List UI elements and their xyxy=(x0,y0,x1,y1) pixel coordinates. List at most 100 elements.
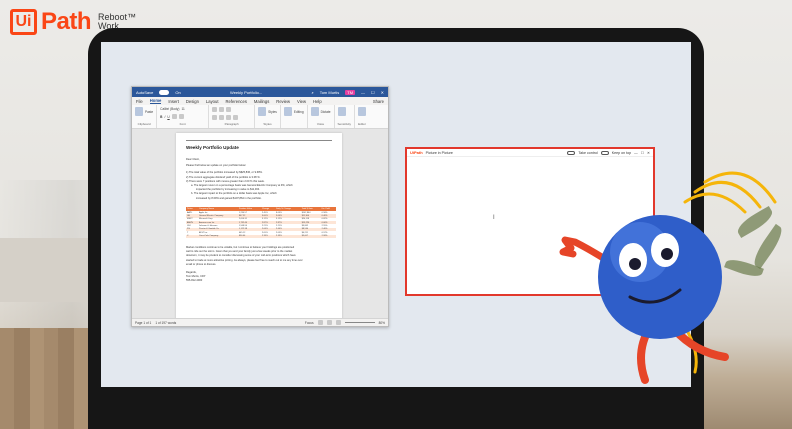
styles-icon[interactable] xyxy=(258,107,267,116)
page-count: Page 1 of 1 xyxy=(135,320,152,325)
maximize-icon[interactable]: ☐ xyxy=(641,151,644,155)
close-icon[interactable]: ✕ xyxy=(647,151,650,155)
sensitivity-icon[interactable] xyxy=(337,107,346,116)
editing-icon[interactable] xyxy=(283,107,292,116)
doc-line: increased by 8.09% and gained $107,864 i… xyxy=(196,196,262,200)
logo-word: Path xyxy=(41,8,92,35)
ribbon-group-clipboard: Paste Clipboard xyxy=(132,105,158,128)
portfolio-table: Ticker Company Name Position Value Change Da… xyxy=(186,206,336,238)
table-cell: 896.44 xyxy=(237,234,261,238)
ribbon: Paste Clipboard Calibri (Body) 11 BIU Fon… xyxy=(132,105,388,129)
group-label-styles: Styles xyxy=(263,122,272,126)
tab-review[interactable]: Review xyxy=(276,99,290,104)
bullets-icon[interactable] xyxy=(212,107,218,112)
document-canvas[interactable]: Weekly Portfolio Update Dear Client, Ple… xyxy=(132,129,388,319)
print-layout-icon[interactable] xyxy=(326,320,332,325)
word-titlebar: AutoSave On Weekly Portfolio... ⌕ Tom Mu… xyxy=(132,87,388,97)
table-cell: Coca-Cola Company xyxy=(197,234,238,238)
share-button[interactable]: Share xyxy=(373,99,384,104)
group-label-sensitivity: Sensitivity xyxy=(337,122,352,126)
maximize-icon[interactable]: ☐ xyxy=(371,90,375,95)
focus-button[interactable]: Focus xyxy=(305,321,314,325)
highlight-icon[interactable] xyxy=(171,114,177,119)
pip-title: Picture in Picture xyxy=(425,150,453,155)
editing-button[interactable]: Editing xyxy=(294,110,304,114)
align-right-icon[interactable] xyxy=(226,114,232,120)
close-icon[interactable]: ✕ xyxy=(381,90,384,95)
picture-in-picture-window[interactable]: UiPath Picture in Picture Take control K… xyxy=(405,147,655,296)
paste-icon[interactable] xyxy=(135,107,143,116)
ribbon-tabs: File Home Insert Design Layout Reference… xyxy=(132,97,388,105)
ribbon-group-styles: Styles Styles xyxy=(255,105,281,128)
group-label-editor: Editor xyxy=(358,122,366,126)
ribbon-group-editor: Editor xyxy=(355,105,369,128)
group-label-voice: Voice xyxy=(316,122,325,126)
microphone-icon[interactable] xyxy=(310,107,319,116)
pilcrow-icon[interactable] xyxy=(233,114,239,120)
web-layout-icon[interactable] xyxy=(335,320,341,325)
zoom-level[interactable]: 80% xyxy=(379,321,385,325)
laptop-screen: AutoSave On Weekly Portfolio... ⌕ Tom Mu… xyxy=(101,42,691,387)
minimize-icon[interactable]: — xyxy=(634,151,638,155)
align-center-icon[interactable] xyxy=(219,114,225,120)
ribbon-group-sensitivity: Sensitivity xyxy=(335,105,356,128)
greeting: Dear Client, xyxy=(186,158,200,161)
table-row: C Coca-Cola Company 896.44 2.33% 2.33% $5,007… xyxy=(186,234,336,238)
page-rule xyxy=(186,140,332,141)
tab-view[interactable]: View xyxy=(297,99,306,104)
tab-layout[interactable]: Layout xyxy=(206,99,219,104)
numbering-icon[interactable] xyxy=(219,107,225,112)
tab-file[interactable]: File xyxy=(136,99,143,104)
ribbon-group-paragraph: Paragraph xyxy=(209,105,256,128)
pip-logo: UiPath xyxy=(410,150,423,155)
ribbon-group-font: Calibri (Body) 11 BIU Font xyxy=(157,105,210,128)
logo-mark: Ui xyxy=(10,9,37,35)
document-name: Weekly Portfolio... xyxy=(229,89,263,95)
avatar[interactable]: TM xyxy=(345,89,356,95)
take-control-toggle[interactable] xyxy=(567,150,576,155)
paste-button[interactable]: Paste xyxy=(145,110,153,114)
pip-titlebar: UiPath Picture in Picture Take control K… xyxy=(407,149,653,157)
status-bar: Page 1 of 1 1 of 197 words Focus 80% xyxy=(132,318,388,326)
word-count[interactable]: 1 of 197 words xyxy=(155,321,176,325)
keep-on-top-label: Keep on top xyxy=(611,150,632,155)
tab-design[interactable]: Design xyxy=(186,99,199,104)
font-color-icon[interactable] xyxy=(178,114,184,119)
table-cell: 2.33% xyxy=(260,234,276,238)
align-left-icon[interactable] xyxy=(212,114,218,120)
editor-icon[interactable] xyxy=(358,107,367,116)
autosave-toggle[interactable] xyxy=(159,89,170,95)
search-icon[interactable]: ⌕ xyxy=(311,90,313,95)
text-cursor-icon: I xyxy=(493,215,495,221)
font-size-select[interactable]: 11 xyxy=(181,107,184,111)
italic-icon[interactable]: I xyxy=(164,115,165,119)
minimize-icon[interactable]: — xyxy=(361,90,365,95)
tab-home[interactable]: Home xyxy=(149,98,162,104)
take-control-label: Take control xyxy=(578,150,598,155)
doc-title: Weekly Portfolio Update xyxy=(186,145,239,150)
tab-insert[interactable]: Insert xyxy=(168,99,178,104)
tab-help[interactable]: Help xyxy=(313,99,322,104)
read-mode-icon[interactable] xyxy=(317,320,323,325)
ribbon-group-editing: Editing xyxy=(281,105,308,128)
tab-mailings[interactable]: Mailings xyxy=(254,99,269,104)
plant-leaf xyxy=(749,223,787,270)
ribbon-group-voice: Dictate Voice xyxy=(308,105,335,128)
autosave-label: AutoSave xyxy=(136,89,154,95)
group-label-paragraph: Paragraph xyxy=(224,122,239,126)
font-name-select[interactable]: Calibri (Body) xyxy=(160,107,179,111)
group-label-font: Font xyxy=(179,122,186,126)
document-page[interactable]: Weekly Portfolio Update Dear Client, Ple… xyxy=(176,133,342,319)
word-window[interactable]: AutoSave On Weekly Portfolio... ⌕ Tom Mu… xyxy=(131,86,389,327)
indent-icon[interactable] xyxy=(226,107,232,112)
tab-references[interactable]: References xyxy=(226,99,247,104)
dictate-button[interactable]: Dictate xyxy=(321,110,331,114)
table-cell: 2.98% xyxy=(320,234,336,238)
pip-content[interactable]: I xyxy=(407,157,653,294)
underline-icon[interactable]: U xyxy=(167,115,169,119)
bold-icon[interactable]: B xyxy=(160,115,162,119)
keep-on-top-toggle[interactable] xyxy=(600,150,609,155)
table-cell: $5,007 xyxy=(300,234,321,238)
zoom-slider[interactable] xyxy=(344,322,375,323)
styles-button[interactable]: Styles xyxy=(268,110,277,114)
